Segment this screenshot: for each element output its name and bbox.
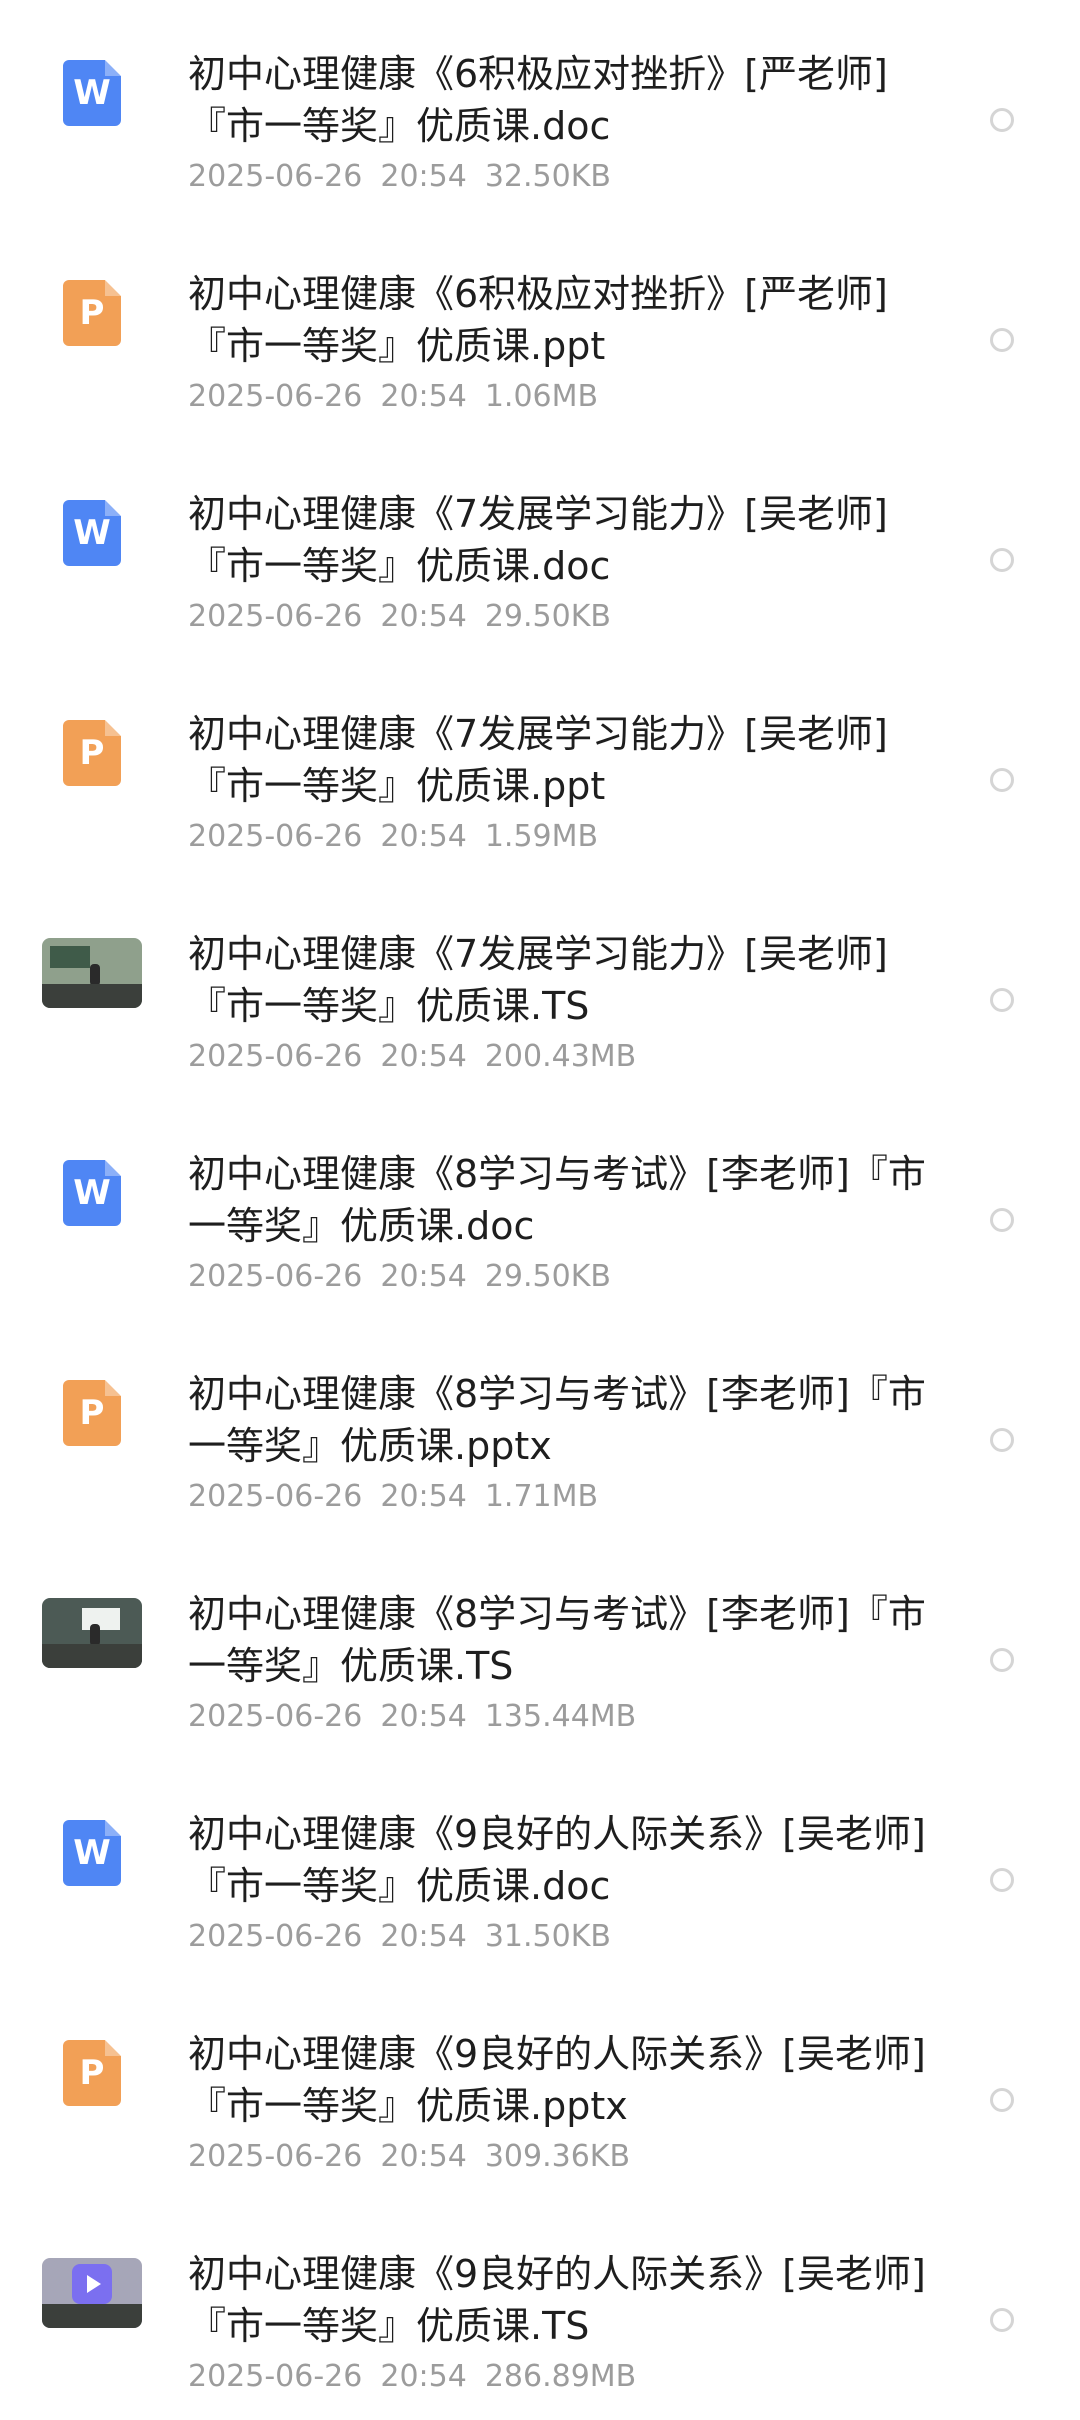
file-time: 20:54 [380, 159, 467, 194]
video-play-icon [40, 2240, 144, 2344]
file-date: 2025-06-26 [188, 1699, 363, 1734]
file-size: 200.43MB [484, 1039, 637, 1074]
file-size: 1.71MB [484, 1479, 599, 1514]
file-time: 20:54 [380, 599, 467, 634]
file-time: 20:54 [380, 1039, 467, 1074]
file-time: 20:54 [380, 819, 467, 854]
select-radio-button[interactable] [990, 328, 1014, 352]
file-size: 286.89MB [484, 2359, 637, 2394]
word-document-icon: W [40, 40, 144, 144]
file-time: 20:54 [380, 1919, 467, 1954]
file-name: 初中心理健康《9良好的人际关系》[吴老师]『市一等奖』优质课.TS [188, 2252, 926, 2348]
file-item[interactable]: 初中心理健康《7发展学习能力》[吴老师]『市一等奖』优质课.TS 2025-06… [0, 880, 1080, 1100]
file-item[interactable]: 初中心理健康《8学习与考试》[李老师]『市一等奖』优质课.TS 2025-06-… [0, 1540, 1080, 1760]
file-name: 初中心理健康《7发展学习能力》[吴老师]『市一等奖』优质课.doc [188, 492, 888, 588]
file-time: 20:54 [380, 1479, 467, 1514]
file-time: 20:54 [380, 2139, 467, 2174]
powerpoint-document-icon: P [40, 2020, 144, 2124]
file-name: 初中心理健康《6积极应对挫折》[严老师]『市一等奖』优质课.doc [188, 52, 888, 148]
file-item[interactable]: P 初中心理健康《6积极应对挫折》[严老师]『市一等奖』优质课.ppt 2025… [0, 220, 1080, 440]
file-item[interactable]: P 初中心理健康《8学习与考试》[李老师]『市一等奖』优质课.pptx 2025… [0, 1320, 1080, 1540]
file-date: 2025-06-26 [188, 1259, 363, 1294]
word-document-icon: W [40, 1800, 144, 1904]
file-date: 2025-06-26 [188, 2359, 363, 2394]
file-list: W 初中心理健康《6积极应对挫折》[严老师]『市一等奖』优质课.doc 2025… [0, 0, 1080, 2405]
file-date: 2025-06-26 [188, 1039, 363, 1074]
powerpoint-document-icon: P [40, 260, 144, 364]
file-meta: 2025-06-26 20:54 1.71MB [188, 1478, 616, 1516]
powerpoint-document-icon: P [40, 700, 144, 804]
select-radio-button[interactable] [990, 1428, 1014, 1452]
file-time: 20:54 [380, 1699, 467, 1734]
file-item[interactable]: W 初中心理健康《9良好的人际关系》[吴老师]『市一等奖』优质课.doc 202… [0, 1760, 1080, 1980]
file-meta: 2025-06-26 20:54 31.50KB [188, 1918, 629, 1956]
file-size: 32.50KB [484, 159, 611, 194]
file-item[interactable]: P 初中心理健康《7发展学习能力》[吴老师]『市一等奖』优质课.ppt 2025… [0, 660, 1080, 880]
file-item[interactable]: W 初中心理健康《6积极应对挫折》[严老师]『市一等奖』优质课.doc 2025… [0, 0, 1080, 220]
file-name: 初中心理健康《9良好的人际关系》[吴老师]『市一等奖』优质课.doc [188, 1812, 926, 1908]
file-name: 初中心理健康《8学习与考试》[李老师]『市一等奖』优质课.doc [188, 1152, 926, 1248]
file-date: 2025-06-26 [188, 379, 363, 414]
file-item[interactable]: W 初中心理健康《7发展学习能力》[吴老师]『市一等奖』优质课.doc 2025… [0, 440, 1080, 660]
select-radio-button[interactable] [990, 2088, 1014, 2112]
file-size: 29.50KB [484, 1259, 611, 1294]
file-date: 2025-06-26 [188, 2139, 363, 2174]
file-item[interactable]: W 初中心理健康《8学习与考试》[李老师]『市一等奖』优质课.doc 2025-… [0, 1100, 1080, 1320]
file-name: 初中心理健康《8学习与考试》[李老师]『市一等奖』优质课.TS [188, 1592, 926, 1688]
file-date: 2025-06-26 [188, 1919, 363, 1954]
video-thumbnail-icon [40, 1580, 144, 1684]
file-meta: 2025-06-26 20:54 1.06MB [188, 378, 616, 416]
select-radio-button[interactable] [990, 108, 1014, 132]
file-date: 2025-06-26 [188, 1479, 363, 1514]
file-meta: 2025-06-26 20:54 286.89MB [188, 2358, 654, 2396]
file-size: 31.50KB [484, 1919, 611, 1954]
word-document-icon: W [40, 1140, 144, 1244]
select-radio-button[interactable] [990, 1648, 1014, 1672]
file-item[interactable]: 初中心理健康《9良好的人际关系》[吴老师]『市一等奖』优质课.TS 2025-0… [0, 2200, 1080, 2420]
file-name: 初中心理健康《6积极应对挫折》[严老师]『市一等奖』优质课.ppt [188, 272, 888, 368]
file-time: 20:54 [380, 1259, 467, 1294]
file-meta: 2025-06-26 20:54 309.36KB [188, 2138, 648, 2176]
file-size: 135.44MB [484, 1699, 637, 1734]
file-meta: 2025-06-26 20:54 1.59MB [188, 818, 616, 856]
select-radio-button[interactable] [990, 548, 1014, 572]
file-name: 初中心理健康《7发展学习能力》[吴老师]『市一等奖』优质课.TS [188, 932, 888, 1028]
file-size: 309.36KB [484, 2139, 631, 2174]
file-meta: 2025-06-26 20:54 29.50KB [188, 598, 629, 636]
select-radio-button[interactable] [990, 1208, 1014, 1232]
video-thumbnail-icon [40, 920, 144, 1024]
powerpoint-document-icon: P [40, 1360, 144, 1464]
file-time: 20:54 [380, 2359, 467, 2394]
select-radio-button[interactable] [990, 988, 1014, 1012]
file-meta: 2025-06-26 20:54 32.50KB [188, 158, 629, 196]
file-size: 1.59MB [484, 819, 599, 854]
file-time: 20:54 [380, 379, 467, 414]
select-radio-button[interactable] [990, 1868, 1014, 1892]
select-radio-button[interactable] [990, 2308, 1014, 2332]
file-meta: 2025-06-26 20:54 200.43MB [188, 1038, 654, 1076]
word-document-icon: W [40, 480, 144, 584]
file-name: 初中心理健康《9良好的人际关系》[吴老师]『市一等奖』优质课.pptx [188, 2032, 926, 2128]
file-size: 1.06MB [484, 379, 599, 414]
file-date: 2025-06-26 [188, 819, 363, 854]
file-meta: 2025-06-26 20:54 29.50KB [188, 1258, 629, 1296]
file-name: 初中心理健康《8学习与考试》[李老师]『市一等奖』优质课.pptx [188, 1372, 926, 1468]
file-date: 2025-06-26 [188, 159, 363, 194]
file-name: 初中心理健康《7发展学习能力》[吴老师]『市一等奖』优质课.ppt [188, 712, 888, 808]
select-radio-button[interactable] [990, 768, 1014, 792]
file-date: 2025-06-26 [188, 599, 363, 634]
file-item[interactable]: P 初中心理健康《9良好的人际关系》[吴老师]『市一等奖』优质课.pptx 20… [0, 1980, 1080, 2200]
file-size: 29.50KB [484, 599, 611, 634]
file-meta: 2025-06-26 20:54 135.44MB [188, 1698, 654, 1736]
